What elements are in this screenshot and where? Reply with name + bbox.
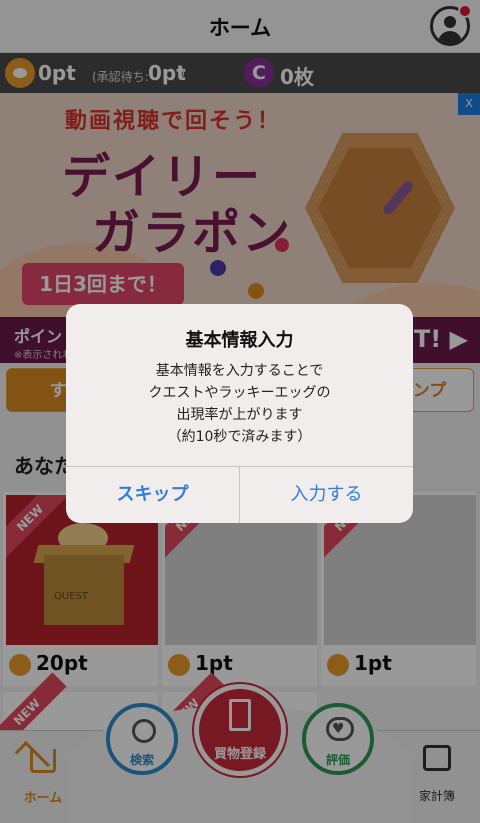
skip-button[interactable]: スキップ: [66, 467, 239, 523]
enter-info-button[interactable]: 入力する: [240, 467, 413, 523]
dialog-message-line: （約10秒で済みます）: [167, 429, 312, 445]
dialog-message: 基本情報を入力することで クエストやラッキーエッグの 出現率が上がります （約1…: [66, 360, 413, 448]
dialog-message-line: クエストやラッキーエッグの: [148, 385, 331, 401]
dialog-message-line: 基本情報を入力することで: [155, 363, 324, 379]
basic-info-dialog: 基本情報入力 基本情報を入力することで クエストやラッキーエッグの 出現率が上が…: [66, 304, 413, 523]
dialog-message-line: 出現率が上がります: [176, 407, 303, 423]
dialog-title: 基本情報入力: [185, 330, 294, 351]
